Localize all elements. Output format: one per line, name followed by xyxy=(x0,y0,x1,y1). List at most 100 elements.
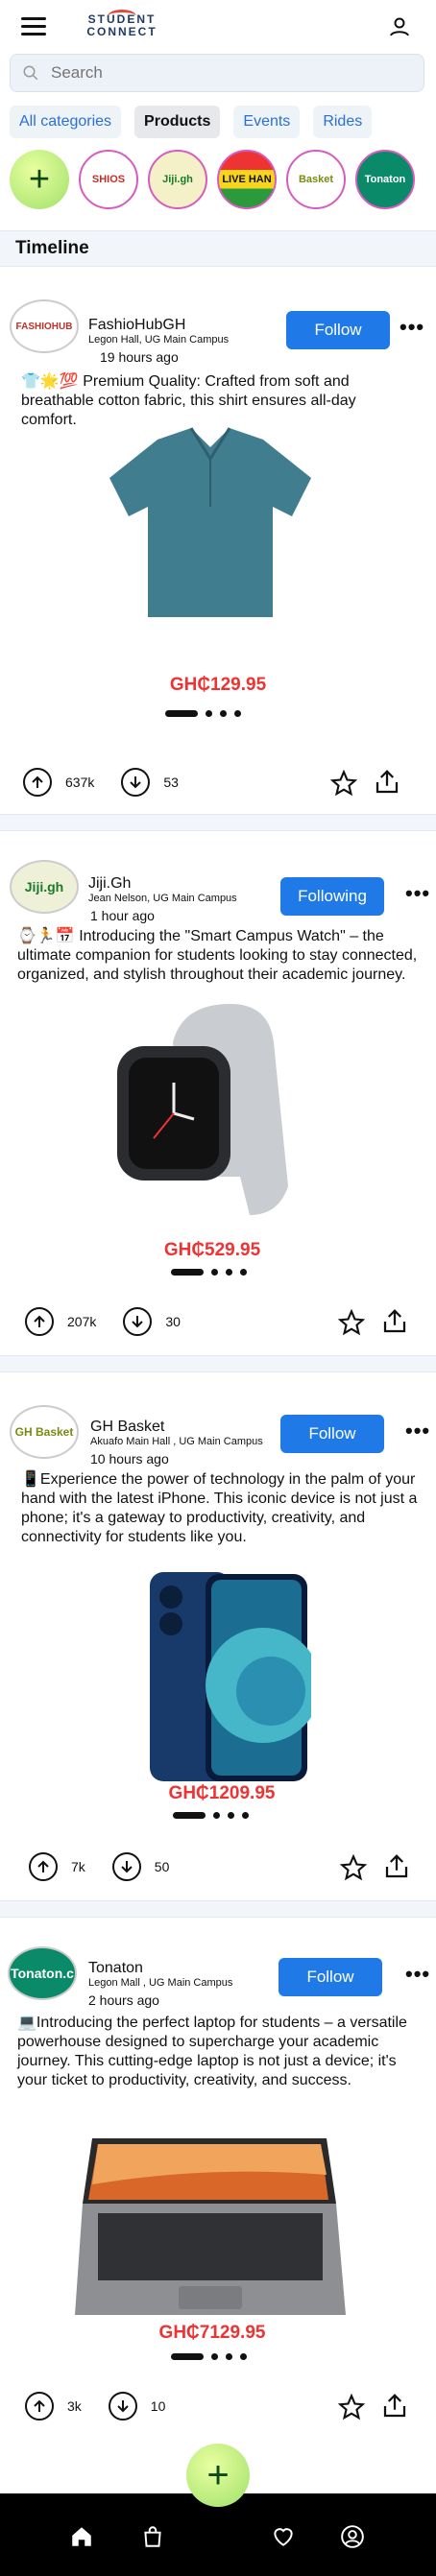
upvote-icon[interactable] xyxy=(25,2392,54,2421)
downvote-count: 53 xyxy=(163,775,179,790)
star-icon[interactable] xyxy=(338,1309,365,1336)
downvote-icon[interactable] xyxy=(121,768,151,797)
story-label: LIVE HAN xyxy=(222,174,272,185)
avatar[interactable]: FASHIOHUB xyxy=(10,299,79,353)
product-image-laptop[interactable] xyxy=(75,2136,346,2315)
bag-icon[interactable] xyxy=(140,2524,165,2549)
story-live[interactable]: LIVE HAN xyxy=(217,150,277,209)
upvote-icon[interactable] xyxy=(23,768,52,797)
post-time: 1 hour ago xyxy=(90,908,155,923)
post-description: ⌚🏃📅 Introducing the "Smart Campus Watch"… xyxy=(17,928,418,983)
menu-icon[interactable] xyxy=(21,17,46,36)
downvote-icon[interactable] xyxy=(123,1307,153,1336)
avatar-text: FASHIOHUB xyxy=(15,321,73,332)
home-icon[interactable] xyxy=(69,2524,94,2549)
avatar-text: Jiji.gh xyxy=(24,879,64,894)
more-options-icon[interactable]: ••• xyxy=(405,881,430,906)
product-image-shirt[interactable] xyxy=(100,420,321,632)
upvote-count: 637k xyxy=(65,775,95,790)
story-label: Jiji.gh xyxy=(162,174,193,185)
follow-button[interactable]: Follow xyxy=(279,1958,382,1996)
create-post-button[interactable]: + xyxy=(186,2444,250,2507)
category-events[interactable]: Events xyxy=(233,106,301,138)
more-options-icon[interactable]: ••• xyxy=(400,315,424,340)
upvote-count: 3k xyxy=(67,2398,82,2414)
category-rides[interactable]: Rides xyxy=(313,106,373,138)
category-tabs: All categories Products Events Rides xyxy=(10,106,373,138)
category-all[interactable]: All categories xyxy=(10,106,122,138)
avatar[interactable]: Tonaton.c xyxy=(8,1946,77,2000)
post-card: Jiji.gh Jiji.Gh Jean Nelson, UG Main Cam… xyxy=(0,831,436,1355)
post-location: Legon Mall , UG Main Campus xyxy=(88,1977,233,1989)
upvote-icon[interactable] xyxy=(29,1852,58,1881)
post-author[interactable]: FashioHubGH xyxy=(88,317,185,334)
add-story-button[interactable]: + xyxy=(10,150,69,209)
carousel-indicator[interactable] xyxy=(173,1812,249,1819)
story-jiji[interactable]: Jiji.gh xyxy=(148,150,207,209)
product-price: GH₵529.95 xyxy=(163,1240,261,1260)
post-time: 2 hours ago xyxy=(88,1992,159,2008)
share-icon[interactable] xyxy=(380,2392,409,2421)
post-separator xyxy=(0,1900,436,1918)
share-icon[interactable] xyxy=(382,1852,411,1881)
logo-arc xyxy=(108,10,136,23)
upvote-icon[interactable] xyxy=(25,1307,54,1336)
more-options-icon[interactable]: ••• xyxy=(405,1962,430,1987)
post-location: Jean Nelson, UG Main Campus xyxy=(88,893,237,904)
share-icon[interactable] xyxy=(373,768,401,797)
star-icon[interactable] xyxy=(338,2394,365,2421)
star-icon[interactable] xyxy=(340,1854,367,1881)
post-location: Legon Hall, UG Main Campus xyxy=(88,334,230,346)
plus-icon: + xyxy=(206,2454,230,2496)
story-label: SHIOS xyxy=(91,174,126,185)
post-card: Tonaton.c Tonaton Legon Mall , UG Main C… xyxy=(0,1918,436,2455)
profile-icon[interactable] xyxy=(340,2524,365,2549)
avatar[interactable]: GH Basket xyxy=(10,1405,79,1459)
avatar[interactable]: Jiji.gh xyxy=(10,860,79,914)
product-price: GH₵1209.95 xyxy=(168,1783,276,1803)
avatar-text: Tonaton.c xyxy=(11,1966,74,1981)
carousel-indicator[interactable] xyxy=(171,2353,247,2360)
category-products[interactable]: Products xyxy=(134,106,221,138)
more-options-icon[interactable]: ••• xyxy=(405,1419,430,1443)
post-card: FASHIOHUB FashioHubGH Legon Hall, UG Mai… xyxy=(0,267,436,814)
search-input[interactable] xyxy=(51,63,397,83)
following-button[interactable]: Following xyxy=(280,877,384,916)
search-bar[interactable] xyxy=(10,54,424,92)
app-logo[interactable]: STUDENT CONNECT xyxy=(79,10,165,42)
downvote-icon[interactable] xyxy=(108,2392,137,2421)
downvote-count: 10 xyxy=(150,2398,166,2414)
product-image-watch[interactable] xyxy=(106,1004,317,1215)
product-price: GH₵7129.95 xyxy=(158,2323,266,2343)
post-description: 💻Introducing the perfect laptop for stud… xyxy=(17,2015,407,2088)
heart-icon[interactable] xyxy=(271,2524,296,2549)
user-icon[interactable] xyxy=(388,15,411,38)
story-label: Tonaton xyxy=(364,174,406,185)
post-separator xyxy=(0,1355,436,1372)
logo-line2: CONNECT xyxy=(86,25,157,38)
post-author[interactable]: GH Basket xyxy=(90,1419,164,1436)
post-author[interactable]: Tonaton xyxy=(88,1960,143,1977)
post-author[interactable]: Jiji.Gh xyxy=(88,875,131,893)
downvote-icon[interactable] xyxy=(111,1852,141,1881)
follow-button[interactable]: Follow xyxy=(286,311,390,349)
product-image-phone[interactable] xyxy=(148,1570,311,1783)
follow-button[interactable]: Follow xyxy=(280,1415,384,1453)
story-tonaton[interactable]: Tonaton xyxy=(355,150,415,209)
downvote-count: 50 xyxy=(154,1859,170,1874)
carousel-indicator[interactable] xyxy=(165,710,241,717)
carousel-indicator[interactable] xyxy=(171,1269,247,1276)
share-icon[interactable] xyxy=(380,1307,409,1336)
upvote-count: 7k xyxy=(71,1859,85,1874)
post-card: GH Basket GH Basket Akuafo Main Hall , U… xyxy=(0,1372,436,1900)
post-location: Akuafo Main Hall , UG Main Campus xyxy=(90,1436,263,1447)
star-icon[interactable] xyxy=(330,770,357,797)
story-shios[interactable]: SHIOS xyxy=(79,150,138,209)
vote-actions: 207k 30 xyxy=(25,1307,181,1336)
app-header: STUDENT CONNECT xyxy=(0,0,436,54)
product-price: GH₵129.95 xyxy=(169,675,267,695)
post-time: 19 hours ago xyxy=(100,349,179,365)
avatar-text: GH Basket xyxy=(14,1425,74,1439)
story-basket[interactable]: Basket xyxy=(286,150,346,209)
vote-actions: 3k 10 xyxy=(25,2392,165,2421)
